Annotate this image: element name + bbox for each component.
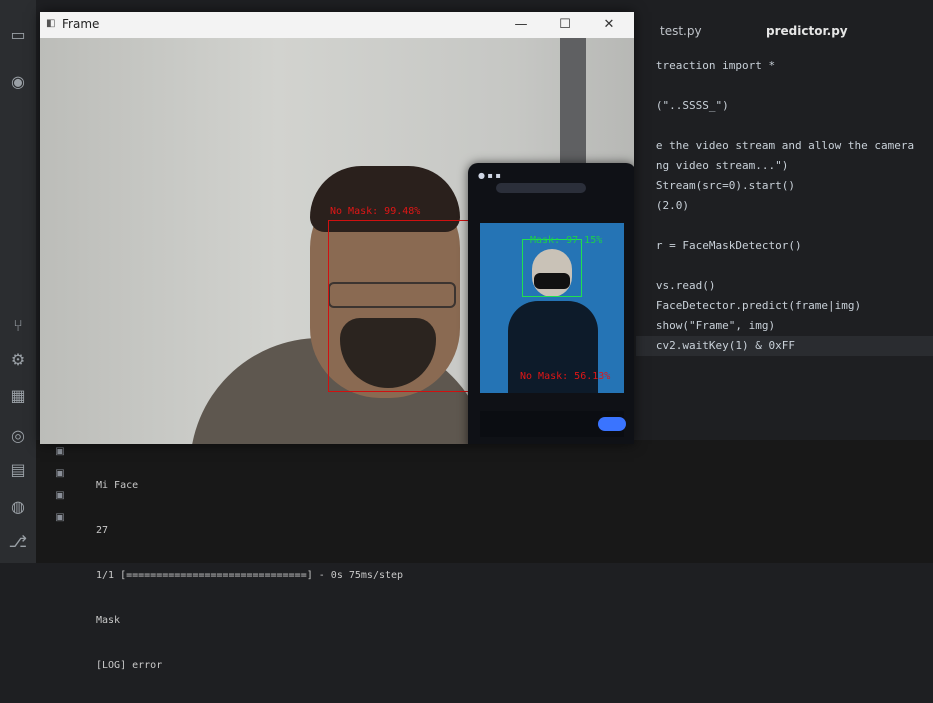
code-line: Stream(src=0).start() bbox=[636, 179, 795, 192]
terminal-panel[interactable]: ▣ ▣ ▣ ▣ Mi Face 27 1/1 [================… bbox=[36, 440, 933, 671]
code-line: e the video stream and allow the camera bbox=[636, 139, 915, 152]
phone-notch bbox=[496, 183, 586, 193]
activity-bar: ▭ ◉ ⑂ ⚙ ▦ ◎ ▤ ◍ ⎇ bbox=[0, 0, 36, 563]
frame-titlebar[interactable]: ◧ Frame — ☐ ✕ bbox=[40, 12, 634, 38]
files-icon[interactable]: ▭ bbox=[8, 25, 28, 45]
phone-button bbox=[598, 417, 626, 431]
tab-test[interactable]: test.py bbox=[660, 24, 702, 38]
detection-box-mask bbox=[522, 239, 582, 297]
close-button[interactable]: ✕ bbox=[596, 15, 622, 35]
detection-label: No Mask: 99.48% bbox=[330, 206, 421, 217]
detection-box-no-mask bbox=[328, 220, 470, 392]
globe-icon[interactable]: ◎ bbox=[8, 426, 28, 446]
terminal-icon: ▣ bbox=[55, 490, 65, 501]
terminal-line: Mask bbox=[96, 615, 121, 626]
source-control-icon[interactable]: ⑂ bbox=[8, 316, 28, 336]
code-line: FaceDetector.predict(frame|img) bbox=[636, 299, 862, 312]
phone: ● ▪ ▪ Mask: 97.15% No Mask: 56.13% bbox=[468, 163, 634, 444]
terminal-icon: ▣ bbox=[55, 512, 65, 523]
terminal-line: 1/1 [==============================] - 0… bbox=[96, 570, 404, 581]
camera-feed: No Mask: 99.48% ● ▪ ▪ Mask: 97.15% No Ma… bbox=[40, 38, 634, 444]
code-line: ("..SSSS_") bbox=[636, 99, 729, 112]
tab-bar: test.py predictor.py bbox=[636, 18, 933, 48]
terminal-icon: ▣ bbox=[55, 446, 65, 457]
branch-icon[interactable]: ⎇ bbox=[8, 532, 28, 552]
terminal-line: [LOG] error bbox=[96, 660, 163, 671]
debug-icon[interactable]: ◍ bbox=[8, 497, 28, 517]
minimize-button[interactable]: — bbox=[508, 15, 534, 35]
detection-label: Mask: 97.15% bbox=[530, 235, 603, 246]
code-line: r = FaceMaskDetector() bbox=[636, 239, 802, 252]
terminal-icon[interactable]: ▤ bbox=[8, 460, 28, 480]
terminal-output: Mi Face 27 1/1 [========================… bbox=[96, 448, 403, 703]
tab-predictor[interactable]: predictor.py bbox=[766, 24, 848, 38]
code-line: ng video stream...") bbox=[636, 159, 789, 172]
account-icon[interactable]: ◉ bbox=[8, 72, 28, 92]
phone-screen bbox=[480, 223, 624, 393]
code-area[interactable]: treaction import * ("..SSSS_") e the vid… bbox=[636, 56, 933, 356]
app-icon: ◧ bbox=[46, 18, 56, 29]
frame-window: ◧ Frame — ☐ ✕ No Mask: 99.48% ● ▪ ▪ Mask… bbox=[40, 12, 634, 444]
code-line: show("Frame", img) bbox=[636, 319, 776, 332]
window-title: Frame bbox=[62, 17, 100, 31]
terminal-icon: ▣ bbox=[55, 468, 65, 479]
code-line: cv2.waitKey(1) & 0xFF bbox=[636, 336, 933, 356]
code-line: vs.read() bbox=[636, 279, 716, 292]
maximize-button[interactable]: ☐ bbox=[552, 15, 578, 35]
terminal-line: 27 bbox=[96, 525, 109, 536]
settings-icon[interactable]: ⚙ bbox=[8, 350, 28, 370]
phone-status-bar: ● ▪ ▪ bbox=[478, 171, 501, 180]
code-line: treaction import * bbox=[636, 59, 776, 72]
extensions-icon[interactable]: ▦ bbox=[8, 386, 28, 406]
terminal-line: Mi Face bbox=[96, 480, 139, 491]
terminal-gutter: ▣ ▣ ▣ ▣ bbox=[48, 446, 72, 534]
detection-label: No Mask: 56.13% bbox=[520, 371, 611, 382]
code-line: (2.0) bbox=[636, 199, 689, 212]
